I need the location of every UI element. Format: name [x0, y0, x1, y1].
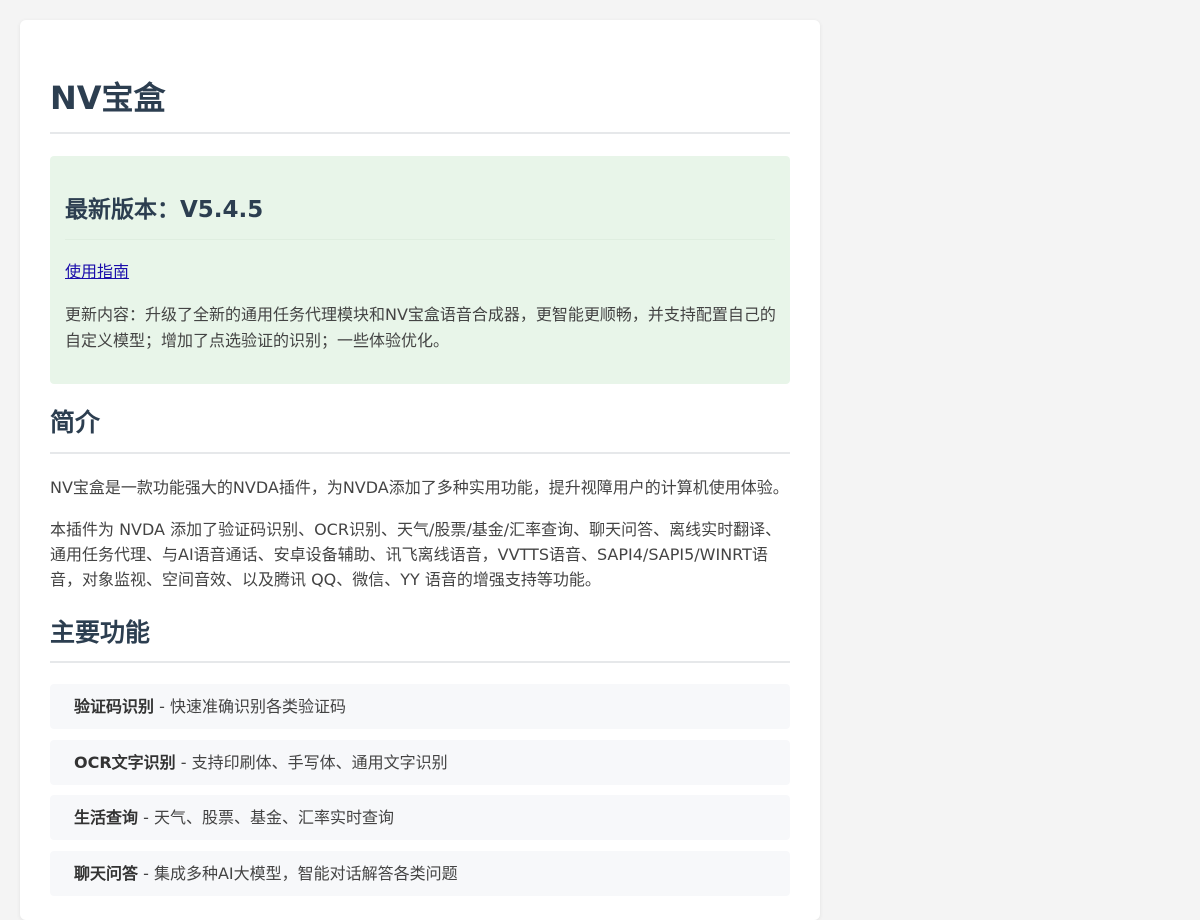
- guide-link[interactable]: 使用指南: [65, 261, 129, 283]
- feature-description: - 集成多种AI大模型，智能对话解答各类问题: [138, 864, 458, 883]
- version-title: 最新版本：V5.4.5: [65, 197, 264, 223]
- page-title: NV宝盒: [50, 79, 166, 117]
- feature-item: OCR文字识别 - 支持印刷体、手写体、通用文字识别: [50, 740, 790, 785]
- feature-description: - 支持印刷体、手写体、通用文字识别: [175, 753, 448, 772]
- features-divider: [50, 661, 790, 663]
- intro-divider: [50, 452, 790, 454]
- feature-item: 验证码识别 - 快速准确识别各类验证码: [50, 684, 790, 729]
- intro-heading: 简介: [50, 408, 101, 437]
- title-divider: [50, 132, 790, 134]
- feature-name: 生活查询: [74, 808, 139, 827]
- update-notes: 更新内容：升级了全新的通用任务代理模块和NV宝盒语音合成器，更智能更顺畅，并支持…: [65, 305, 776, 350]
- content-card: NV宝盒 最新版本：V5.4.5 使用指南 更新内容：升级了全新的通用任务代理模…: [20, 20, 820, 920]
- feature-item: 生活查询 - 天气、股票、基金、汇率实时查询: [50, 795, 790, 840]
- feature-description: - 快速准确识别各类验证码: [154, 697, 346, 716]
- feature-name: OCR文字识别: [74, 753, 176, 772]
- feature-name: 聊天问答: [74, 864, 139, 883]
- feature-name: 验证码识别: [74, 697, 155, 716]
- version-divider: [65, 239, 775, 240]
- feature-description: - 天气、股票、基金、汇率实时查询: [138, 808, 394, 827]
- features-heading: 主要功能: [50, 618, 151, 647]
- feature-item: 聊天问答 - 集成多种AI大模型，智能对话解答各类问题: [50, 851, 790, 896]
- intro-paragraph: NV宝盒是一款功能强大的NVDA插件，为NVDA添加了多种实用功能，提升视障用户…: [50, 478, 789, 497]
- intro-paragraph: 本插件为 NVDA 添加了验证码识别、OCR识别、天气/股票/基金/汇率查询、聊…: [50, 520, 782, 589]
